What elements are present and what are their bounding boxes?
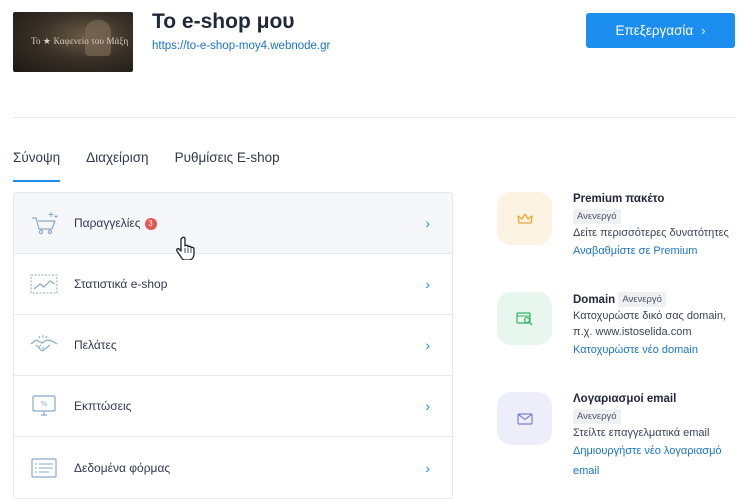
chevron-right-icon: › — [425, 459, 430, 476]
tab-overview[interactable]: Σύνοψη — [13, 150, 61, 182]
chevron-right-icon: › — [701, 23, 706, 38]
domain-description: Κατοχυρώστε δικό σας domain, π.χ. www.is… — [573, 310, 727, 338]
tab-eshop-settings[interactable]: Ρυθμίσεις E-shop — [175, 150, 280, 182]
eshop-menu: Παραγγελίες 3 › Στατιστικά e-shop › Πελάτ… — [13, 192, 453, 499]
domain-icon-badge — [497, 292, 552, 345]
domain-title: Domain Ανενεργό — [573, 292, 738, 308]
premium-title: Premium πακέτο — [573, 193, 665, 205]
chevron-right-icon: › — [425, 215, 430, 231]
menu-item-customers[interactable]: Πελάτες › — [14, 315, 452, 376]
email-description: Στείλτε επαγγελματικά email — [573, 427, 710, 439]
domain-search-icon — [515, 311, 532, 325]
upgrade-premium-link[interactable]: Αναβαθμίστε σε Premium — [573, 241, 738, 261]
discount-monitor-icon: % — [32, 395, 56, 416]
menu-item-discounts-label: Εκπτώσεις — [74, 399, 132, 413]
tab-management[interactable]: Διαχείριση — [86, 150, 148, 182]
menu-item-form-data[interactable]: Δεδομένα φόρμας › — [14, 437, 452, 498]
premium-icon-badge — [497, 192, 552, 245]
orders-count-badge: 3 — [144, 218, 157, 230]
stats-chart-icon — [30, 274, 58, 294]
site-title: Το e-shop μου — [152, 10, 295, 33]
cart-icon — [32, 212, 58, 235]
chevron-right-icon: › — [425, 337, 430, 353]
menu-item-form-data-label: Δεδομένα φόρμας — [74, 460, 171, 475]
menu-item-orders-label: Παραγγελίες 3 — [74, 216, 157, 230]
status-badge: Ανενεργό — [573, 409, 621, 424]
tab-bar: Σύνοψη Διαχείριση Ρυθμίσεις E-shop — [13, 150, 306, 182]
status-badge: Ανενεργό — [573, 209, 621, 224]
menu-item-stats-label: Στατιστικά e-shop — [74, 277, 168, 291]
crown-icon — [516, 212, 533, 224]
create-email-link[interactable]: Δημιουργήστε νέο λογαριασμό email — [573, 441, 738, 481]
email-title: Λογαριασμοί email — [573, 393, 677, 405]
hand-pointer-icon — [176, 236, 195, 260]
menu-item-customers-label: Πελάτες — [74, 338, 117, 352]
menu-item-stats[interactable]: Στατιστικά e-shop › — [14, 254, 452, 315]
email-icon-badge — [497, 392, 552, 445]
edit-button-label: Επεξεργασία — [615, 23, 694, 38]
header-divider — [13, 117, 736, 118]
chevron-right-icon: › — [425, 276, 430, 292]
register-domain-link[interactable]: Κατοχυρώστε νέο domain — [573, 340, 738, 360]
menu-item-orders[interactable]: Παραγγελίες 3 › — [14, 193, 452, 254]
menu-item-discounts[interactable]: % Εκπτώσεις › — [14, 376, 452, 437]
site-thumbnail[interactable]: Το ★ Καφενείο του Μάξη — [13, 12, 133, 72]
svg-text:%: % — [41, 400, 48, 408]
thumbnail-text: Το ★ Καφενείο του Μάξη — [31, 36, 129, 46]
site-url-link[interactable]: https://to-e-shop-moy4.webnode.gr — [152, 40, 330, 52]
form-data-icon — [31, 457, 57, 478]
status-badge: Ανενεργό — [618, 292, 666, 307]
premium-description: Δείτε περισσότερες δυνατότητες — [573, 227, 729, 239]
handshake-icon — [30, 335, 58, 352]
edit-button[interactable]: Επεξεργασία › — [586, 13, 735, 48]
envelope-icon — [516, 412, 533, 425]
chevron-right-icon: › — [425, 398, 430, 414]
